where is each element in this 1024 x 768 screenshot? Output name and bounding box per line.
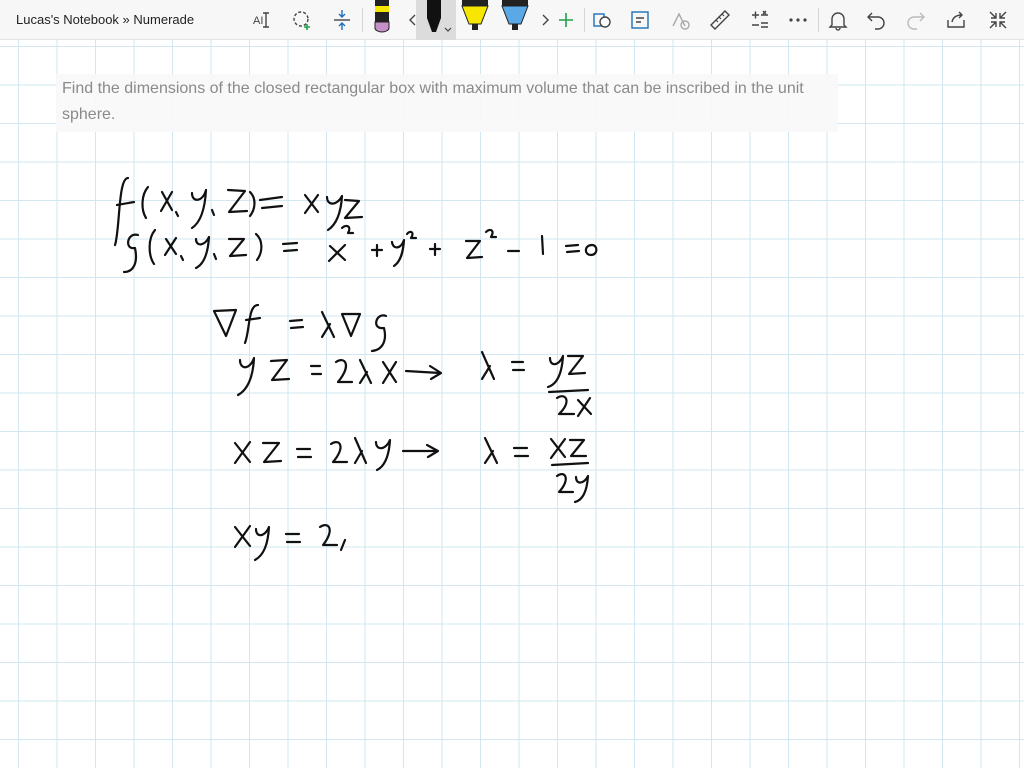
highlighter-yellow[interactable] xyxy=(458,0,494,40)
pen-black-selected[interactable] xyxy=(416,0,456,40)
collapse-icon[interactable] xyxy=(986,8,1010,32)
notebook-page-canvas[interactable]: Find the dimensions of the closed rectan… xyxy=(0,40,1024,768)
add-pen-icon[interactable] xyxy=(554,8,578,32)
separator xyxy=(818,8,819,32)
add-space-icon[interactable] xyxy=(330,8,354,32)
bell-icon[interactable] xyxy=(826,8,850,32)
ribbon-toolbar: Lucas's Notebook » Numerade AI xyxy=(0,0,1024,40)
redo-icon[interactable] xyxy=(904,8,928,32)
separator xyxy=(584,8,585,32)
ink-to-text-icon[interactable] xyxy=(628,8,652,32)
separator xyxy=(362,8,363,32)
undo-icon[interactable] xyxy=(864,8,888,32)
ink-line-6 xyxy=(233,524,347,562)
highlighter-blue[interactable] xyxy=(498,0,534,40)
svg-text:AI: AI xyxy=(253,15,263,27)
ink-line-2 xyxy=(122,224,598,274)
more-icon[interactable] xyxy=(786,8,810,32)
pen-purple[interactable] xyxy=(368,0,402,40)
lasso-select-icon[interactable] xyxy=(290,8,314,32)
ink-to-math-icon[interactable] xyxy=(668,8,692,32)
chevron-left-icon[interactable] xyxy=(400,8,416,32)
chevron-right-icon[interactable] xyxy=(534,8,550,32)
ink-line-5 xyxy=(233,436,590,504)
math-text-icon[interactable]: AI xyxy=(250,8,274,32)
ink-line-3 xyxy=(212,303,388,353)
math-icon[interactable] xyxy=(748,8,772,32)
ink-line-4 xyxy=(236,350,593,418)
ink-to-shape-icon[interactable] xyxy=(590,8,614,32)
share-icon[interactable] xyxy=(944,8,968,32)
ruler-icon[interactable] xyxy=(708,8,732,32)
handwritten-ink xyxy=(113,176,598,562)
breadcrumb[interactable]: Lucas's Notebook » Numerade xyxy=(16,12,194,27)
